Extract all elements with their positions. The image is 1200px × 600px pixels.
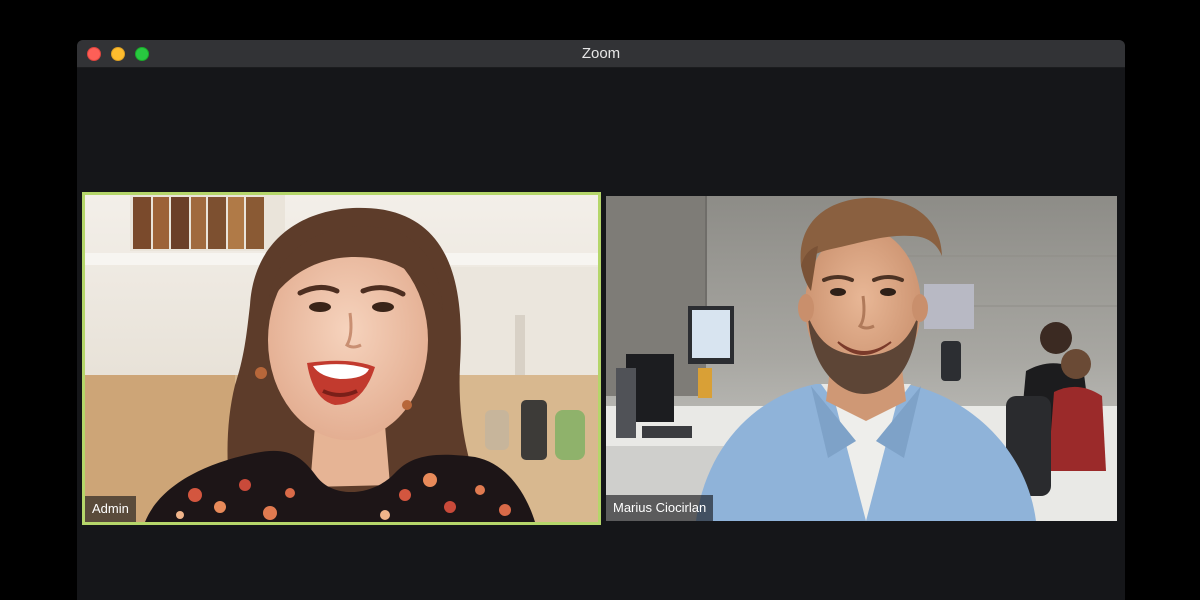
- participant-video-tile-admin[interactable]: Admin: [82, 192, 601, 525]
- participant-video-tile-marius[interactable]: Marius Ciocirlan: [606, 196, 1117, 521]
- participant-name-label: Marius Ciocirlan: [606, 495, 714, 521]
- participant-video-marius: [606, 196, 1117, 521]
- participant-name-label: Admin: [85, 496, 136, 522]
- participant-video-admin: [85, 195, 598, 522]
- title-bar[interactable]: Zoom: [77, 40, 1125, 68]
- window-title: Zoom: [581, 45, 621, 62]
- zoom-window: Zoom Admin Marius Ciocirlan: [77, 40, 1125, 600]
